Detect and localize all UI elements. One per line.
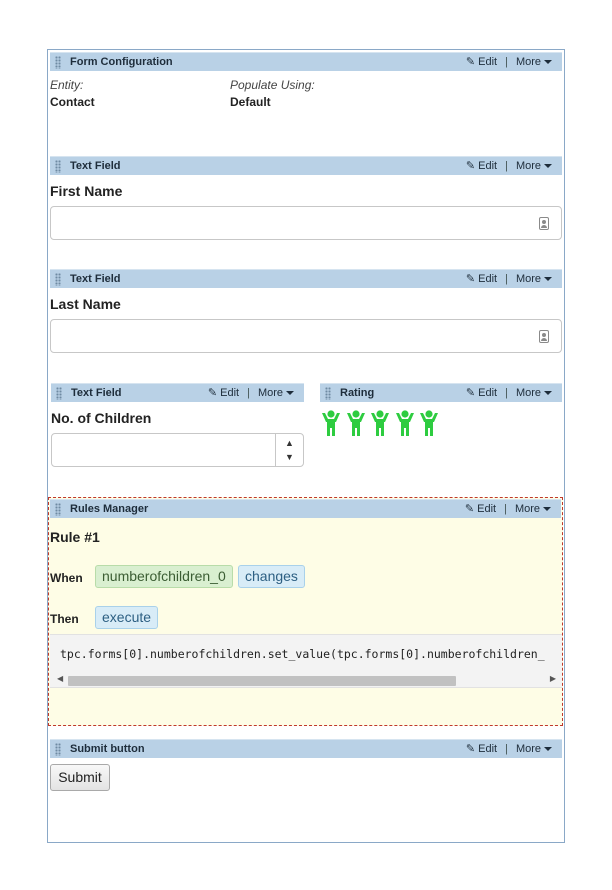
divider: | bbox=[505, 160, 508, 172]
pencil-icon: ✎ bbox=[465, 273, 476, 285]
caret-down-icon bbox=[544, 60, 552, 65]
edit-button[interactable]: ✎ Edit bbox=[466, 740, 497, 759]
children-label: No. of Children bbox=[51, 410, 152, 426]
divider: | bbox=[505, 273, 508, 285]
then-label: Then bbox=[50, 612, 79, 626]
drag-grip-icon[interactable] bbox=[56, 387, 62, 400]
more-button[interactable]: More bbox=[516, 384, 552, 403]
caret-down-icon bbox=[544, 164, 552, 169]
horizontal-scrollbar[interactable]: ◀ ▶ bbox=[50, 673, 562, 687]
divider: | bbox=[247, 387, 250, 399]
submit-button[interactable]: Submit bbox=[50, 764, 110, 791]
pencil-icon: ✎ bbox=[465, 56, 476, 68]
divider: | bbox=[504, 503, 507, 515]
first-name-label: First Name bbox=[50, 183, 123, 199]
then-action-chip[interactable]: execute bbox=[95, 606, 159, 629]
section-title: Text Field bbox=[70, 273, 121, 285]
edit-button[interactable]: ✎ Edit bbox=[466, 384, 497, 403]
caret-down-icon bbox=[543, 507, 551, 512]
children-number-input[interactable]: ▲ ▼ bbox=[51, 433, 304, 467]
when-event-chip[interactable]: changes bbox=[238, 565, 305, 588]
populate-value: Default bbox=[230, 95, 271, 109]
drag-grip-icon[interactable] bbox=[55, 160, 61, 173]
more-button[interactable]: More bbox=[516, 740, 552, 759]
drag-grip-icon[interactable] bbox=[55, 503, 61, 516]
rule-title: Rule #1 bbox=[50, 529, 100, 545]
edit-button[interactable]: ✎ Edit bbox=[208, 384, 239, 403]
pencil-icon: ✎ bbox=[207, 387, 218, 399]
section-title: Text Field bbox=[71, 387, 122, 399]
drag-grip-icon[interactable] bbox=[55, 743, 61, 756]
pencil-icon: ✎ bbox=[465, 160, 476, 172]
section-title: Form Configuration bbox=[70, 56, 173, 68]
drag-grip-icon[interactable] bbox=[325, 387, 331, 400]
divider: | bbox=[505, 743, 508, 755]
divider: | bbox=[505, 387, 508, 399]
children-section: Text Field ✎ Edit | More bbox=[51, 383, 304, 402]
section-title: Text Field bbox=[70, 160, 121, 172]
rule-code: tpc.forms[0].numberofchildren.set_value(… bbox=[60, 647, 545, 661]
contact-card-icon[interactable] bbox=[539, 217, 549, 230]
caret-down-icon bbox=[544, 391, 552, 396]
section-title: Rating bbox=[340, 387, 375, 399]
when-label: When bbox=[50, 571, 83, 585]
drag-grip-icon[interactable] bbox=[55, 273, 61, 286]
divider: | bbox=[505, 56, 508, 68]
pencil-icon: ✎ bbox=[465, 387, 476, 399]
scroll-thumb[interactable] bbox=[68, 676, 456, 686]
pencil-icon: ✎ bbox=[465, 743, 476, 755]
pencil-icon: ✎ bbox=[464, 503, 475, 515]
rating-person-icon[interactable] bbox=[418, 410, 440, 437]
more-button[interactable]: More bbox=[515, 500, 551, 519]
populate-label: Populate Using: bbox=[230, 78, 315, 92]
edit-button[interactable]: ✎ Edit bbox=[465, 500, 496, 519]
children-header[interactable]: Text Field ✎ Edit | More bbox=[51, 383, 304, 402]
drag-grip-icon[interactable] bbox=[55, 56, 61, 69]
contact-card-icon[interactable] bbox=[539, 330, 549, 343]
more-button[interactable]: More bbox=[516, 270, 552, 289]
last-name-section: Text Field ✎ Edit | More bbox=[50, 269, 562, 288]
scroll-right-icon[interactable]: ▶ bbox=[550, 674, 556, 683]
edit-button[interactable]: ✎ Edit bbox=[466, 157, 497, 176]
when-field-chip[interactable]: numberofchildren_0 bbox=[95, 565, 233, 588]
more-button[interactable]: More bbox=[258, 384, 294, 403]
last-name-header[interactable]: Text Field ✎ Edit | More bbox=[50, 269, 562, 288]
rules-manager-section: Rules Manager ✎ Edit | More Rule #1 When nu… bbox=[48, 497, 563, 726]
submit-button-header[interactable]: Submit button ✎ Edit | More bbox=[50, 739, 562, 758]
code-block: tpc.forms[0].numberofchildren.set_value(… bbox=[50, 634, 562, 688]
first-name-header[interactable]: Text Field ✎ Edit | More bbox=[50, 156, 562, 175]
section-title: Rules Manager bbox=[70, 503, 149, 515]
spin-down-icon[interactable]: ▼ bbox=[276, 450, 303, 464]
last-name-label: Last Name bbox=[50, 296, 121, 312]
rating-person-icon[interactable] bbox=[345, 410, 367, 437]
number-spinner[interactable]: ▲ ▼ bbox=[275, 434, 303, 466]
section-title: Submit button bbox=[70, 743, 145, 755]
more-button[interactable]: More bbox=[516, 157, 552, 176]
rules-manager-header[interactable]: Rules Manager ✎ Edit | More bbox=[50, 499, 561, 518]
rating-section: Rating ✎ Edit | More bbox=[320, 383, 562, 402]
more-button[interactable]: More bbox=[516, 53, 552, 72]
entity-label: Entity: bbox=[50, 78, 84, 92]
caret-down-icon bbox=[286, 391, 294, 396]
first-name-section: Text Field ✎ Edit | More bbox=[50, 156, 562, 175]
entity-value: Contact bbox=[50, 95, 95, 109]
first-name-input[interactable] bbox=[50, 206, 562, 240]
rating-person-icon[interactable] bbox=[320, 410, 342, 437]
spin-up-icon[interactable]: ▲ bbox=[276, 436, 303, 450]
scroll-left-icon[interactable]: ◀ bbox=[57, 674, 63, 683]
rating-person-icon[interactable] bbox=[369, 410, 391, 437]
form-configuration-header[interactable]: Form Configuration ✎ Edit | More bbox=[50, 52, 562, 71]
rating-header[interactable]: Rating ✎ Edit | More bbox=[320, 383, 562, 402]
submit-button-section: Submit button ✎ Edit | More bbox=[50, 739, 562, 758]
edit-button[interactable]: ✎ Edit bbox=[466, 53, 497, 72]
form-configuration-section: Form Configuration ✎ Edit | More bbox=[50, 52, 562, 71]
last-name-input[interactable] bbox=[50, 319, 562, 353]
caret-down-icon bbox=[544, 277, 552, 282]
edit-button[interactable]: ✎ Edit bbox=[466, 270, 497, 289]
rating-person-icon[interactable] bbox=[394, 410, 416, 437]
caret-down-icon bbox=[544, 747, 552, 752]
